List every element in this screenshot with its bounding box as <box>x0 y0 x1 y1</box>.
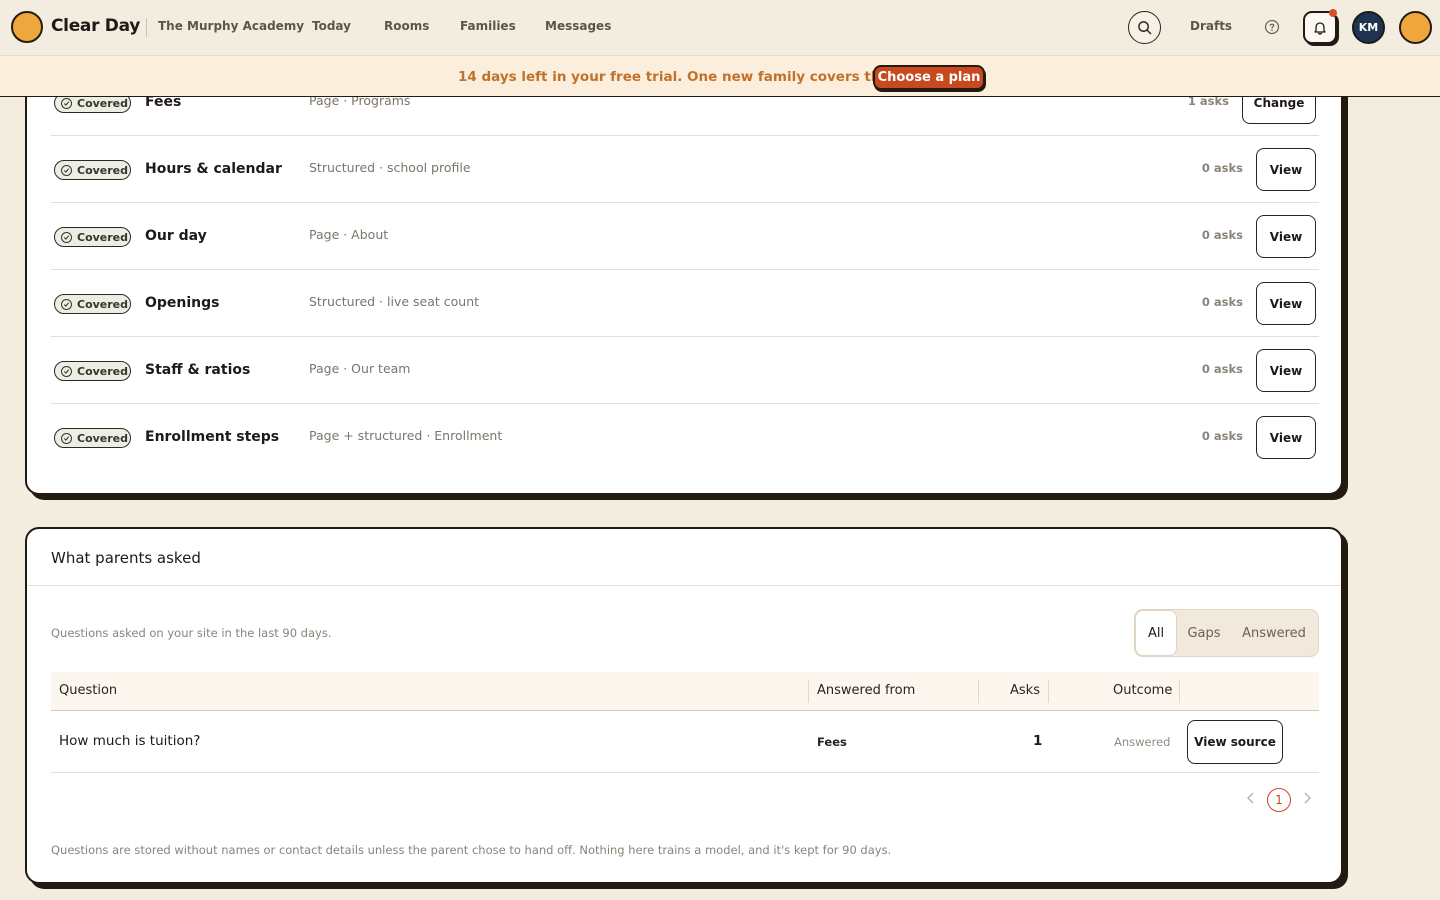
column-header-answered-from[interactable]: Answered from <box>817 683 915 698</box>
topic-name: Hours & calendar <box>145 161 282 177</box>
nav-link-families[interactable]: Families <box>460 19 516 33</box>
chevron-right-icon <box>1304 792 1311 804</box>
topic-source: Page + structured · Enrollment <box>309 428 503 443</box>
brand-name[interactable]: Clear Day <box>51 16 140 36</box>
column-separator <box>808 680 809 703</box>
card-title: What parents asked <box>51 549 201 567</box>
trial-message: 14 days left in your free trial. One new… <box>458 69 932 85</box>
topic-source: Structured · school profile <box>309 160 471 175</box>
topic-name: Openings <box>145 295 220 311</box>
column-header-asks[interactable]: Asks <box>1010 683 1040 698</box>
covered-badge: Covered <box>54 227 131 247</box>
school-avatar[interactable] <box>1399 11 1432 44</box>
brand-logo-icon[interactable] <box>11 11 43 43</box>
pager-next-button[interactable] <box>1300 791 1314 805</box>
column-header-question[interactable]: Question <box>59 683 117 698</box>
topic-view-button[interactable]: View <box>1256 282 1316 325</box>
topic-name: Staff & ratios <box>145 362 251 378</box>
nav-link-messages[interactable]: Messages <box>545 19 611 33</box>
parents-asked-card: What parents asked Questions asked on yo… <box>25 527 1343 884</box>
topic-asks: 0 asks <box>1201 362 1243 376</box>
search-icon <box>1138 21 1152 35</box>
table-header: Question Answered from Asks Outcome <box>51 672 1319 711</box>
chevron-left-icon <box>1247 792 1254 804</box>
answered-from-cell[interactable]: Fees <box>817 735 847 749</box>
notification-dot <box>1329 9 1337 17</box>
check-circle-icon <box>61 164 72 176</box>
column-separator <box>1048 680 1049 703</box>
topic-view-button[interactable]: View <box>1256 215 1316 258</box>
topic-asks: 0 asks <box>1201 429 1243 443</box>
badge-label: Covered <box>77 163 129 177</box>
notifications-button[interactable] <box>1303 9 1337 44</box>
filter-segmented-control: All Gaps Answered <box>1134 609 1319 657</box>
covered-badge: Covered <box>54 361 131 381</box>
check-circle-icon <box>61 97 72 109</box>
badge-label: Covered <box>77 431 129 445</box>
drafts-link[interactable]: Drafts <box>1190 19 1232 33</box>
help-button[interactable] <box>1263 18 1280 35</box>
user-avatar[interactable]: KM <box>1352 11 1385 44</box>
check-circle-icon <box>61 231 72 243</box>
topic-source: Page · About <box>309 227 389 242</box>
covered-badge: Covered <box>54 294 131 314</box>
top-navigation: Clear Day The Murphy Academy Today Rooms… <box>0 0 1440 55</box>
topic-row: Covered Hours & calendar Structured · sc… <box>51 136 1319 203</box>
trial-banner: 14 days left in your free trial. One new… <box>0 55 1440 97</box>
column-separator <box>1179 680 1180 703</box>
covered-badge: Covered <box>54 428 131 448</box>
topic-source: Structured · live seat count <box>309 294 480 309</box>
nav-link-rooms[interactable]: Rooms <box>384 19 429 33</box>
topic-asks: 0 asks <box>1201 295 1243 309</box>
view-source-button[interactable]: View source <box>1187 720 1283 764</box>
topic-row: Covered Staff & ratios Page · Our team 0… <box>51 337 1319 404</box>
question-cell: How much is tuition? <box>59 733 201 749</box>
pager-prev-button[interactable] <box>1244 791 1258 805</box>
topic-asks: 0 asks <box>1201 228 1243 242</box>
filter-gaps[interactable]: Gaps <box>1181 610 1227 656</box>
bell-icon <box>1314 21 1326 35</box>
topic-asks: 0 asks <box>1201 161 1243 175</box>
column-separator <box>978 680 979 703</box>
help-icon <box>1264 19 1279 34</box>
badge-label: Covered <box>77 230 129 244</box>
topic-row: Covered Openings Structured · live seat … <box>51 270 1319 337</box>
divider <box>27 585 1341 586</box>
topic-view-button[interactable]: View <box>1256 148 1316 191</box>
badge-label: Covered <box>77 364 129 378</box>
topic-source: Page · Our team <box>309 361 411 376</box>
school-switcher[interactable]: The Murphy Academy <box>158 19 304 33</box>
choose-plan-button[interactable]: Choose a plan <box>873 65 985 90</box>
asks-cell: 1 <box>1033 733 1043 749</box>
pager-page-current[interactable]: 1 <box>1267 788 1291 812</box>
filter-answered[interactable]: Answered <box>1233 610 1315 656</box>
topic-row: Covered Our day Page · About 0 asks View <box>51 203 1319 270</box>
topic-name: Our day <box>145 228 207 244</box>
outcome-cell: Answered <box>1114 735 1171 749</box>
topic-name: Enrollment steps <box>145 429 280 445</box>
filter-all[interactable]: All <box>1135 610 1177 656</box>
table-row: How much is tuition? Fees 1 Answered Vie… <box>51 712 1319 773</box>
check-circle-icon <box>61 298 72 310</box>
topic-row: Covered Enrollment steps Page + structur… <box>51 404 1319 471</box>
nav-divider <box>146 18 147 37</box>
check-circle-icon <box>61 365 72 377</box>
check-circle-icon <box>61 432 72 444</box>
card-subtitle: Questions asked on your site in the last… <box>51 626 332 640</box>
nav-link-today[interactable]: Today <box>312 19 351 33</box>
privacy-note: Questions are stored without names or co… <box>51 843 892 857</box>
badge-label: Covered <box>77 96 129 110</box>
column-header-outcome[interactable]: Outcome <box>1113 683 1172 698</box>
covered-badge: Covered <box>54 160 131 180</box>
badge-label: Covered <box>77 297 129 311</box>
topic-view-button[interactable]: View <box>1256 349 1316 392</box>
topics-card: Covered Fees Page · Programs 1 asks Chan… <box>25 40 1343 495</box>
search-button[interactable] <box>1128 11 1161 44</box>
topic-view-button[interactable]: View <box>1256 416 1316 459</box>
